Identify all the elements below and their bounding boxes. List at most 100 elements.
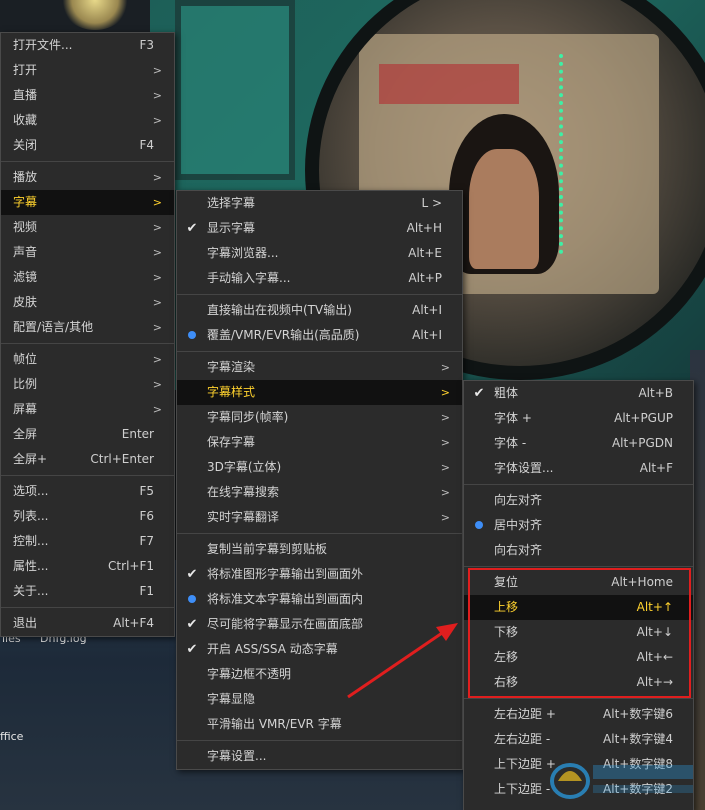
radio-dot-icon xyxy=(185,587,199,612)
main-menu-item-9[interactable]: 声音 > xyxy=(1,240,174,265)
menu-separator xyxy=(177,740,462,741)
menu-separator xyxy=(464,566,693,567)
subtitle-menu-item-13[interactable]: 在线字幕搜索 > xyxy=(177,480,462,505)
menu-item-label: 字幕浏览器... xyxy=(207,246,279,260)
subtitle-menu-item-5[interactable]: 直接输出在视频中(TV输出) Alt+I xyxy=(177,298,462,323)
menu-item-label: 关闭 xyxy=(13,138,38,152)
menu-separator xyxy=(177,294,462,295)
menu-separator xyxy=(464,484,693,485)
submenu-arrow-icon: > xyxy=(152,221,162,234)
subtitle-menu-item-10[interactable]: 字幕同步(帧率) > xyxy=(177,405,462,430)
style-menu-item-16[interactable]: 左右边距 - Alt+数字键4 xyxy=(464,727,693,752)
subtitle-menu-item-8[interactable]: 字幕渲染 > xyxy=(177,355,462,380)
submenu-arrow-icon: > xyxy=(152,296,162,309)
main-menu-item-8[interactable]: 视频 > xyxy=(1,215,174,240)
subtitle-menu-item-17[interactable]: ✔ 将标准图形字幕输出到画面外 xyxy=(177,562,462,587)
checkmark-icon: ✔ xyxy=(186,617,198,632)
menu-separator xyxy=(1,343,174,344)
submenu-arrow-icon: > xyxy=(440,436,450,449)
subtitle-menu-item-18[interactable]: 将标准文本字幕输出到画面内 xyxy=(177,587,462,612)
main-menu-item-20[interactable]: 选项... F5 xyxy=(1,479,174,504)
menu-item-label: 收藏 xyxy=(13,113,38,127)
style-menu-item-7[interactable]: 向右对齐 xyxy=(464,538,693,563)
menu-item-label: 字幕同步(帧率) xyxy=(207,410,289,424)
menu-item-label: 保存字幕 xyxy=(207,435,256,449)
main-menu-item-1[interactable]: 打开 > xyxy=(1,58,174,83)
subtitle-menu-item-16[interactable]: 复制当前字幕到剪贴板 xyxy=(177,537,462,562)
menu-item-label: 皮肤 xyxy=(13,295,38,309)
menu-item-shortcut: Alt+数字键6 xyxy=(603,707,673,721)
subtitle-menu-item-0[interactable]: 选择字幕 L > xyxy=(177,191,462,216)
mirror-red-panel xyxy=(379,64,519,104)
main-menu-item-2[interactable]: 直播 > xyxy=(1,83,174,108)
subtitle-menu-item-2[interactable]: 字幕浏览器... Alt+E xyxy=(177,241,462,266)
checkmark-icon: ✔ xyxy=(186,642,198,657)
desktop-label: ffice xyxy=(0,730,24,743)
menu-item-label: 打开 xyxy=(13,63,38,77)
checkmark-icon: ✔ xyxy=(186,567,198,582)
mirror-lights xyxy=(559,54,573,254)
main-menu-item-11[interactable]: 皮肤 > xyxy=(1,290,174,315)
main-menu-item-16[interactable]: 屏幕 > xyxy=(1,397,174,422)
menu-item-label: 向右对齐 xyxy=(494,543,543,557)
main-menu-item-26[interactable]: 退出 Alt+F4 xyxy=(1,611,174,636)
main-menu-item-18[interactable]: 全屏+ Ctrl+Enter xyxy=(1,447,174,472)
style-menu-item-1[interactable]: 字体 + Alt+PGUP xyxy=(464,406,693,431)
main-menu-item-10[interactable]: 滤镜 > xyxy=(1,265,174,290)
subtitle-menu-item-11[interactable]: 保存字幕 > xyxy=(177,430,462,455)
menu-item-label: 将标准图形字幕输出到画面外 xyxy=(207,567,364,581)
main-menu-item-14[interactable]: 帧位 > xyxy=(1,347,174,372)
menu-item-label: 显示字幕 xyxy=(207,221,256,235)
main-menu-item-6[interactable]: 播放 > xyxy=(1,165,174,190)
menu-item-label: 关于... xyxy=(13,584,49,598)
menu-item-shortcut: Alt+F4 xyxy=(113,616,154,630)
menu-item-label: 平滑输出 VMR/EVR 字幕 xyxy=(207,717,342,731)
style-menu-item-0[interactable]: ✔ 粗体 Alt+B xyxy=(464,381,693,406)
main-menu-item-0[interactable]: 打开文件... F3 xyxy=(1,33,174,58)
radio-dot-icon xyxy=(185,323,199,348)
menu-item-shortcut: Alt+PGUP xyxy=(614,411,673,425)
menu-item-label: 直播 xyxy=(13,88,38,102)
menu-item-label: 播放 xyxy=(13,170,38,184)
style-menu-item-5[interactable]: 向左对齐 xyxy=(464,488,693,513)
main-menu-item-21[interactable]: 列表... F6 xyxy=(1,504,174,529)
submenu-arrow-icon: > xyxy=(152,378,162,391)
menu-item-label: 覆盖/VMR/EVR输出(高品质) xyxy=(207,328,360,342)
subtitle-menu-item-3[interactable]: 手动输入字幕... Alt+P xyxy=(177,266,462,291)
main-menu-item-17[interactable]: 全屏 Enter xyxy=(1,422,174,447)
main-menu-item-23[interactable]: 属性... Ctrl+F1 xyxy=(1,554,174,579)
menu-separator xyxy=(1,607,174,608)
subtitle-menu-item-1[interactable]: ✔ 显示字幕 Alt+H xyxy=(177,216,462,241)
subtitle-menu-item-9[interactable]: 字幕样式 > xyxy=(177,380,462,405)
subtitle-menu-item-25[interactable]: 字幕设置... xyxy=(177,744,462,769)
main-menu-item-22[interactable]: 控制... F7 xyxy=(1,529,174,554)
menu-item-shortcut: Enter xyxy=(121,427,154,441)
menu-item-label: 字体 - xyxy=(494,436,527,450)
menu-item-label: 控制... xyxy=(13,534,49,548)
main-menu-item-7[interactable]: 字幕 > xyxy=(1,190,174,215)
main-menu-item-12[interactable]: 配置/语言/其他 > xyxy=(1,315,174,340)
subtitle-menu-item-6[interactable]: 覆盖/VMR/EVR输出(高品质) Alt+I xyxy=(177,323,462,348)
menu-item-shortcut: F1 xyxy=(139,584,154,598)
menu-item-label: 选择字幕 xyxy=(207,196,256,210)
main-menu-item-4[interactable]: 关闭 F4 xyxy=(1,133,174,158)
menu-item-label: 选项... xyxy=(13,484,49,498)
menu-item-shortcut: Alt+数字键4 xyxy=(603,732,673,746)
menu-item-shortcut: F3 xyxy=(139,38,154,52)
main-menu-item-3[interactable]: 收藏 > xyxy=(1,108,174,133)
main-menu-item-24[interactable]: 关于... F1 xyxy=(1,579,174,604)
subtitle-menu-item-14[interactable]: 实时字幕翻译 > xyxy=(177,505,462,530)
style-menu-item-2[interactable]: 字体 - Alt+PGDN xyxy=(464,431,693,456)
main-menu-item-15[interactable]: 比例 > xyxy=(1,372,174,397)
menu-item-label: 字体 + xyxy=(494,411,532,425)
style-menu-item-15[interactable]: 左右边距 + Alt+数字键6 xyxy=(464,702,693,727)
style-menu-item-3[interactable]: 字体设置... Alt+F xyxy=(464,456,693,481)
menu-item-label: 左右边距 + xyxy=(494,707,556,721)
menu-item-shortcut: Alt+H xyxy=(406,221,442,235)
style-menu-item-6[interactable]: 居中对齐 xyxy=(464,513,693,538)
menu-item-label: 帧位 xyxy=(13,352,38,366)
submenu-arrow-icon: > xyxy=(152,403,162,416)
submenu-arrow-icon: > xyxy=(152,171,162,184)
subtitle-menu-item-23[interactable]: 平滑输出 VMR/EVR 字幕 xyxy=(177,712,462,737)
subtitle-menu-item-12[interactable]: 3D字幕(立体) > xyxy=(177,455,462,480)
